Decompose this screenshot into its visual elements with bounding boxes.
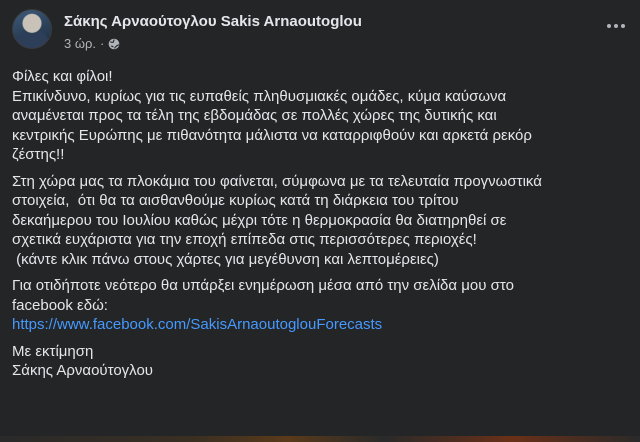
- post-timestamp[interactable]: 3 ώρ.: [64, 36, 96, 51]
- facebook-post: Σάκης Αρναούτογλου Sakis Arnaoutoglou 3 …: [0, 0, 640, 442]
- meta-separator: ·: [100, 36, 105, 51]
- more-options-icon[interactable]: [604, 16, 628, 36]
- author-name[interactable]: Σάκης Αρναούτογλου Sakis Arnaoutoglou: [64, 13, 362, 30]
- updates-text: Για οτιδήποτε νεότερο θα υπάρξει ενημέρω…: [12, 277, 514, 314]
- post-meta: 3 ώρ. ·: [64, 36, 120, 51]
- post-text: Φίλες και φίλοι! Επικίνδυνο, κυρίως για …: [12, 67, 628, 388]
- post-signoff: Με εκτίμηση Σάκης Αρναούτογλου: [12, 342, 153, 380]
- post-paragraph-updates: Για οτιδήποτε νεότερο θα υπάρξει ενημέρω…: [12, 276, 628, 335]
- more-dot: [621, 24, 625, 28]
- post-paragraph-intro: Φίλες και φίλοι! Επικίνδυνο, κυρίως για …: [12, 68, 532, 163]
- facebook-page-link[interactable]: https://www.facebook.com/SakisArnaoutogl…: [12, 316, 382, 333]
- author-avatar[interactable]: [12, 9, 52, 49]
- more-dot: [607, 24, 611, 28]
- attached-image-edge[interactable]: [0, 436, 640, 442]
- more-dot: [614, 24, 618, 28]
- post-header: Σάκης Αρναούτογλου Sakis Arnaoutoglou 3 …: [12, 8, 628, 56]
- post-paragraph-greece: Στη χώρα μας τα πλοκάμια του φαίνεται, σ…: [12, 172, 542, 268]
- globe-icon[interactable]: [108, 38, 120, 50]
